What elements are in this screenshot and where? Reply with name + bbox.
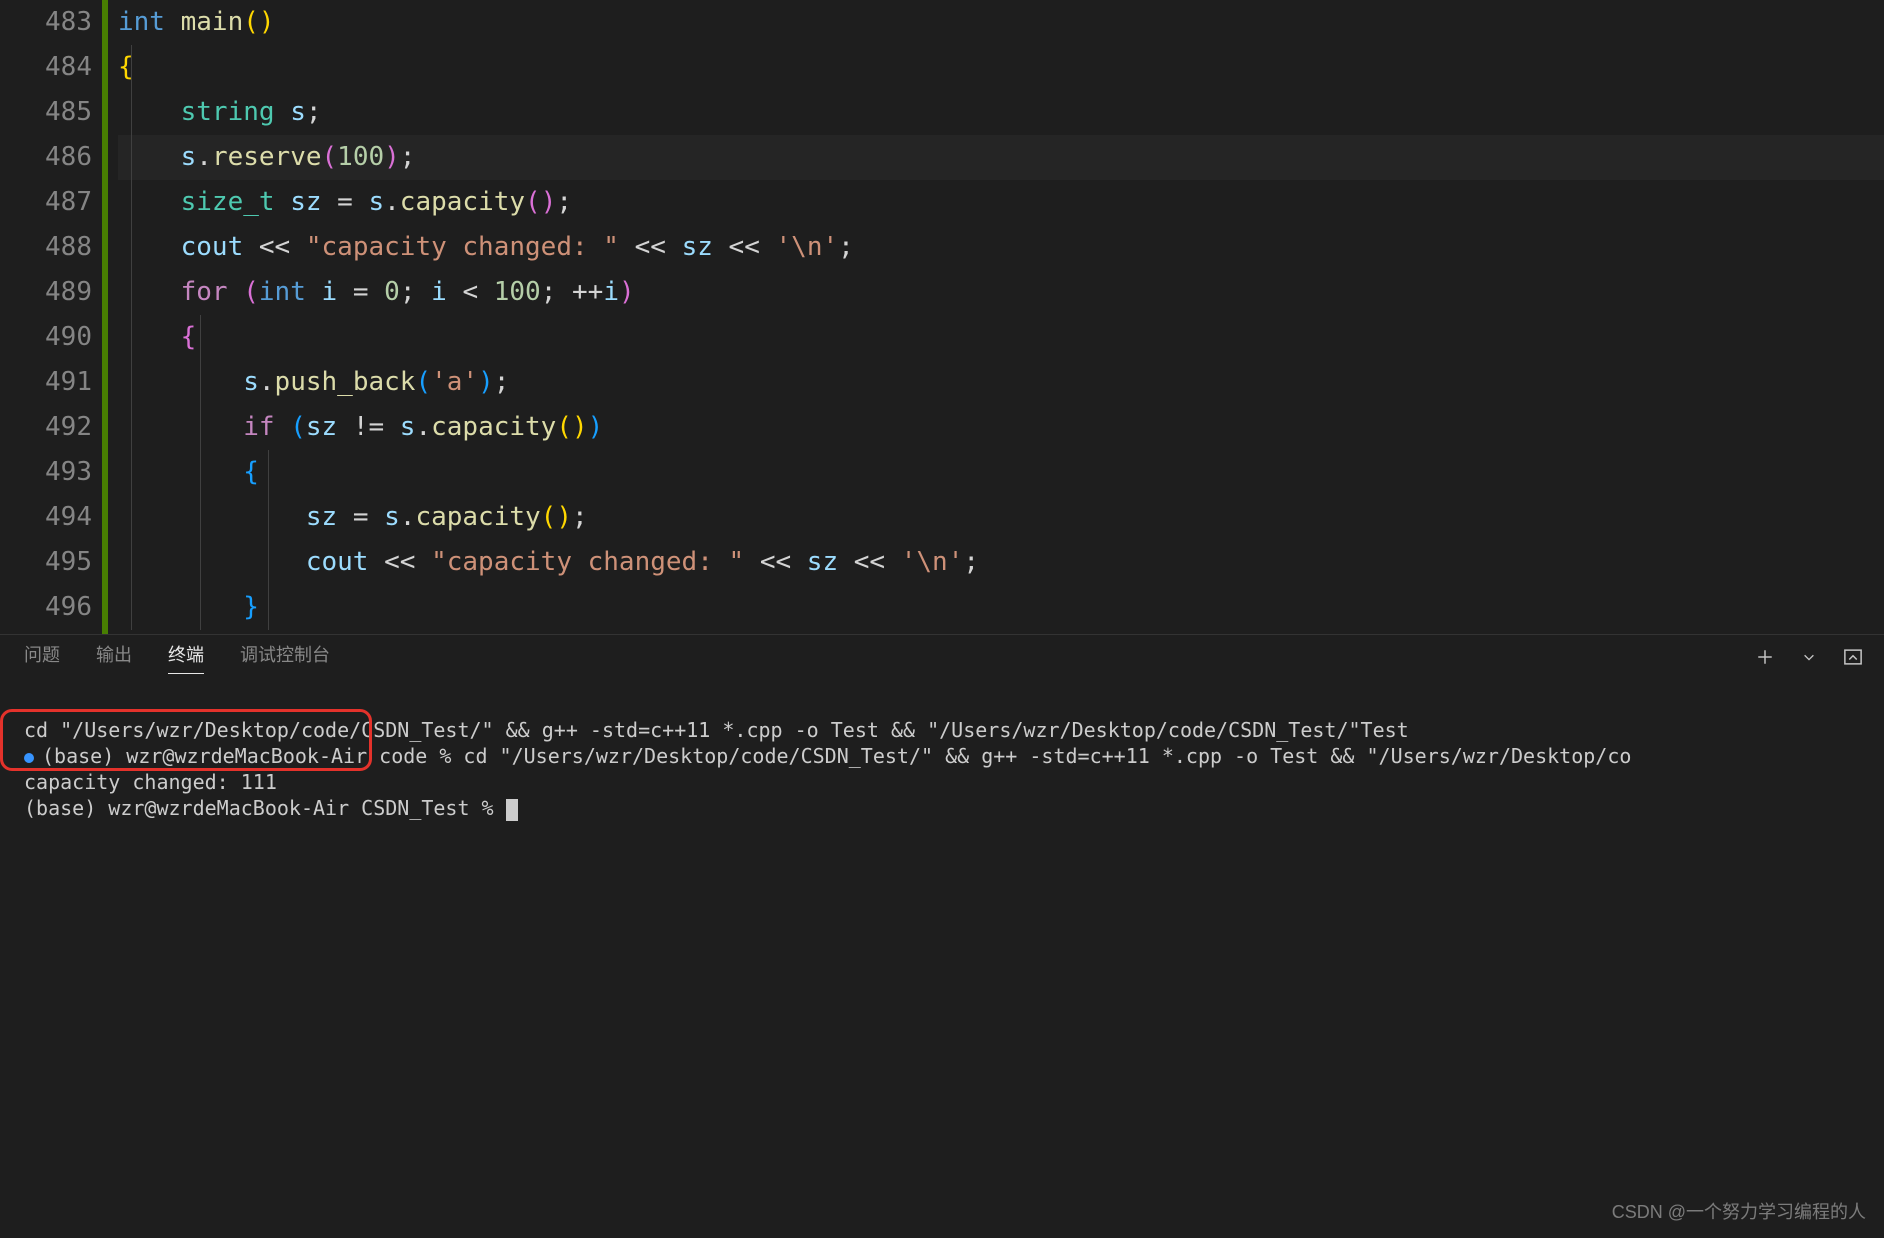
line-number: 484	[0, 45, 92, 90]
tab-terminal[interactable]: 终端	[168, 641, 204, 674]
panel-tabs: 问题 输出 终端 调试控制台	[0, 635, 1884, 679]
gutter: 483 484 485 486 487 488 489 490 491 492 …	[0, 0, 102, 634]
code-line: }	[118, 585, 259, 630]
tab-output[interactable]: 输出	[96, 641, 132, 673]
line-number: 488	[0, 225, 92, 270]
code-line: s.push_back('a');	[118, 360, 509, 405]
line-number: 487	[0, 180, 92, 225]
code-editor[interactable]: 483 484 485 486 487 488 489 490 491 492 …	[0, 0, 1884, 634]
code-line: s.reserve(100);	[118, 135, 415, 180]
bottom-panel: 问题 输出 终端 调试控制台 cd "/Users/wzr/Desktop/co…	[0, 635, 1884, 1238]
code-line: {	[118, 450, 259, 495]
code-line: cout << "capacity changed: " << sz << '\…	[118, 225, 854, 270]
maximize-panel-icon[interactable]	[1842, 646, 1864, 668]
code-line: cout << "capacity changed: " << sz << '\…	[118, 540, 979, 585]
line-number: 489	[0, 270, 92, 315]
code-line: sz = s.capacity();	[118, 495, 588, 540]
watermark: CSDN @一个努力学习编程的人	[1612, 1198, 1866, 1224]
terminal-output[interactable]: cd "/Users/wzr/Desktop/code/CSDN_Test/" …	[0, 679, 1884, 873]
line-number: 493	[0, 450, 92, 495]
line-number: 490	[0, 315, 92, 360]
code-line: {	[118, 315, 196, 360]
terminal-line: cd "/Users/wzr/Desktop/code/CSDN_Test/" …	[24, 718, 1409, 742]
code-line: int main()	[118, 0, 275, 45]
terminal-line: (base) wzr@wzrdeMacBook-Air code % cd "/…	[42, 744, 1631, 768]
line-number: 483	[0, 0, 92, 45]
tab-debug-console[interactable]: 调试控制台	[240, 641, 330, 673]
code-line: {	[118, 45, 134, 90]
line-number: 494	[0, 495, 92, 540]
line-number: 486	[0, 135, 92, 180]
modification-bar	[102, 0, 108, 634]
terminal-line: (base) wzr@wzrdeMacBook-Air CSDN_Test %	[24, 796, 506, 820]
line-number: 491	[0, 360, 92, 405]
code-line: string s;	[118, 90, 322, 135]
line-number: 485	[0, 90, 92, 135]
code-line: for (int i = 0; i < 100; ++i)	[118, 270, 635, 315]
code-line: if (sz != s.capacity())	[118, 405, 603, 450]
code-line: size_t sz = s.capacity();	[118, 180, 572, 225]
new-terminal-icon[interactable]	[1754, 646, 1776, 668]
chevron-down-icon[interactable]	[1798, 646, 1820, 668]
terminal-cursor	[506, 799, 518, 821]
line-number: 492	[0, 405, 92, 450]
tab-problems[interactable]: 问题	[24, 641, 60, 673]
terminal-line: capacity changed: 111	[24, 770, 277, 794]
line-number: 496	[0, 585, 92, 630]
line-number: 495	[0, 540, 92, 585]
status-bullet-icon	[24, 753, 34, 763]
